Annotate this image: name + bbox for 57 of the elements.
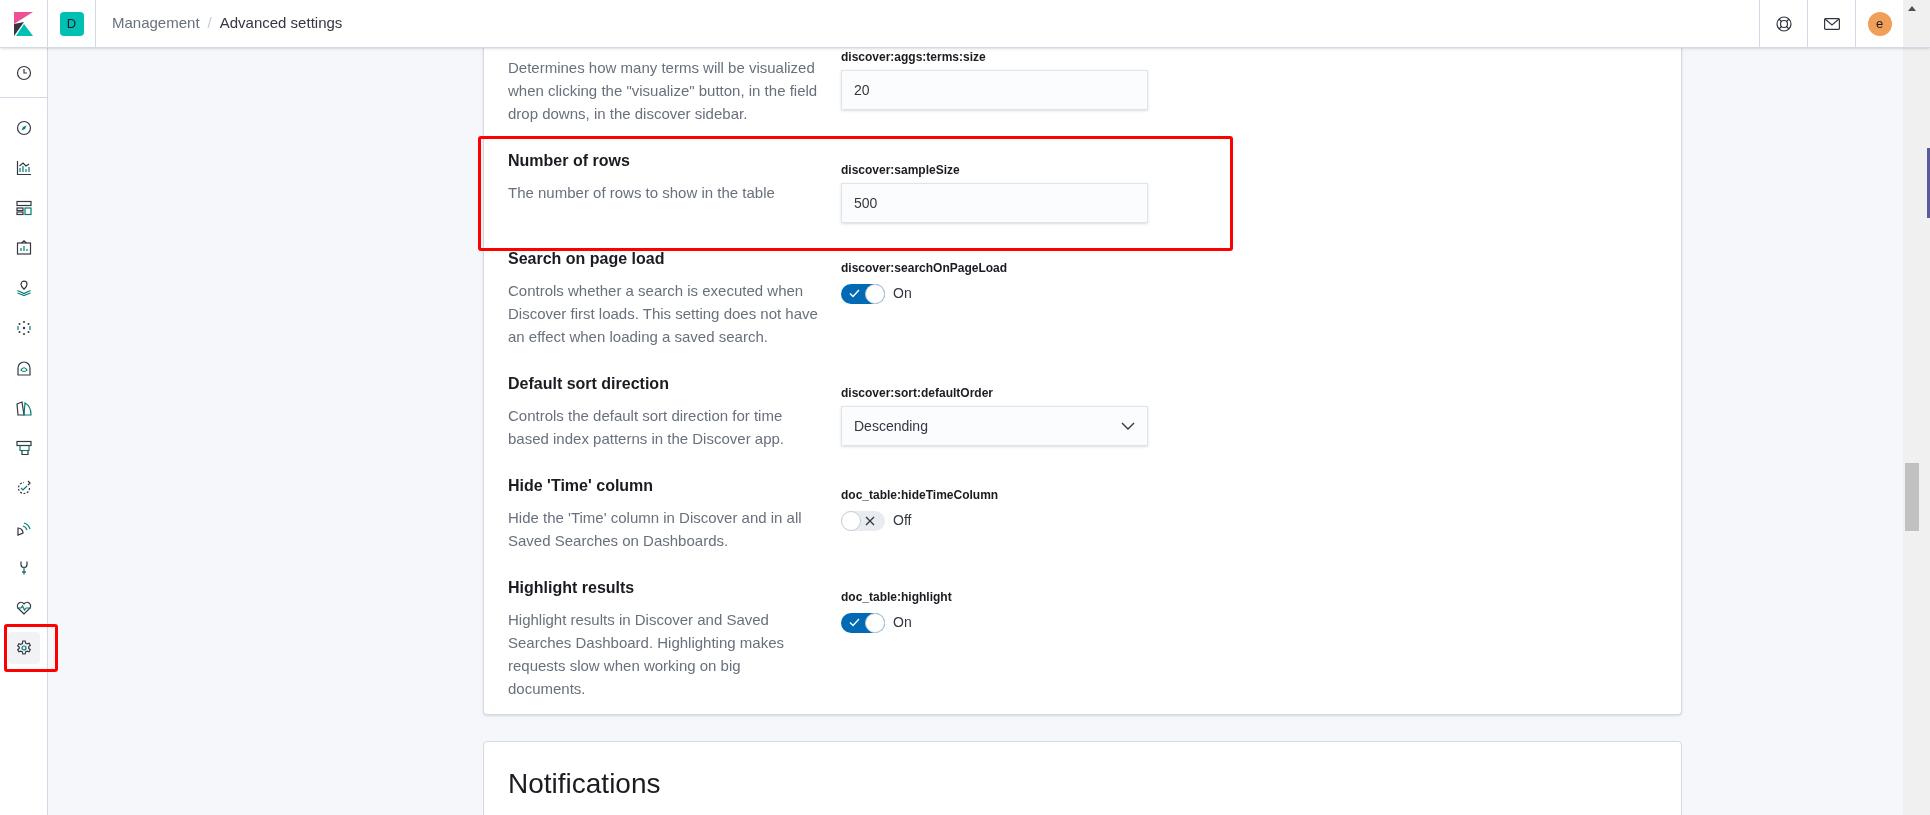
nav-item[interactable]	[7, 632, 40, 664]
head-icon	[15, 360, 32, 376]
toggle-switch[interactable]	[841, 510, 885, 531]
space-avatar[interactable]: D	[59, 11, 84, 36]
heartbeat-icon	[15, 600, 32, 616]
logo-icon[interactable]	[14, 11, 33, 36]
help-icon[interactable]	[1775, 15, 1792, 32]
setting-description: The number of rows to show in the table	[508, 183, 776, 203]
chart-icon	[15, 160, 32, 176]
section-title: Notifications	[508, 767, 662, 801]
toggle-label: On	[893, 613, 912, 632]
setting-title: Highlight results	[508, 578, 636, 598]
breadcrumb: Advanced settings	[219, 13, 343, 34]
mail-icon[interactable]	[1823, 17, 1840, 30]
toggle-switch[interactable]	[841, 612, 885, 633]
setting-description: Highlight results in Discover and Saved Searches Dashboard. Highlighting makes requests slow when working on big documents.	[508, 610, 785, 699]
breadcrumb-separator: /	[207, 13, 212, 34]
toggle-switch[interactable]	[841, 283, 885, 304]
check-icon	[849, 288, 860, 298]
setting-description: Controls the default sort direction for time based index patterns in the Discover app.	[508, 406, 785, 449]
compass-icon	[15, 120, 32, 136]
check-icon	[849, 617, 860, 627]
user-avatar[interactable]: e	[1867, 11, 1892, 36]
breadcrumb[interactable]: Management	[112, 12, 200, 35]
setting-key: discover:sort:defaultOrder	[841, 384, 1148, 402]
easel-icon	[15, 240, 32, 256]
settings-icon	[15, 640, 32, 656]
map-pin-icon	[15, 280, 32, 296]
toggle-label: On	[893, 284, 912, 303]
setting-key: discover:sampleSize	[841, 161, 1148, 179]
clock-icon	[15, 64, 32, 81]
select-field[interactable]: Descending	[841, 406, 1148, 446]
setting-key: discover:searchOnPageLoad	[841, 259, 1008, 277]
setting-key: discover:aggs:terms:size	[841, 48, 1148, 66]
pages-icon	[15, 400, 32, 416]
scrollbar[interactable]	[1903, 48, 1930, 815]
close-icon	[865, 515, 875, 526]
setting-title: Default sort direction	[508, 374, 670, 394]
text-field[interactable]: 500	[841, 183, 1148, 223]
setting-title: Search on page load	[508, 249, 666, 269]
setting-description: Determines how many terms will be visualized when clicking the "visualize" button, in the field drop downs, in the discover sidebar.	[508, 58, 819, 124]
setting-title: Number of rows	[508, 151, 631, 171]
graph-icon	[15, 320, 32, 336]
setting-key: doc_table:hideTimeColumn	[841, 486, 999, 504]
uptime-icon	[15, 480, 32, 496]
chevron-down-icon	[1121, 422, 1135, 430]
toggle-label: Off	[893, 511, 912, 530]
scroll-up-arrow-icon[interactable]	[1908, 6, 1916, 11]
monitor-icon	[15, 440, 32, 456]
text-field[interactable]: 20	[841, 70, 1148, 110]
setting-title: Hide 'Time' column	[508, 476, 655, 496]
setting-key: doc_table:highlight	[841, 588, 952, 606]
setting-description: Hide the 'Time' column in Discover and in all Saved Searches on Dashboards.	[508, 508, 803, 551]
setting-description: Controls whether a search is executed when Discover first loads. This setting does not have an effect when loading a saved search.	[508, 281, 819, 347]
signal-icon	[15, 520, 32, 536]
scrollbar-thumb[interactable]	[1905, 463, 1919, 531]
dashboard-icon	[15, 200, 32, 216]
